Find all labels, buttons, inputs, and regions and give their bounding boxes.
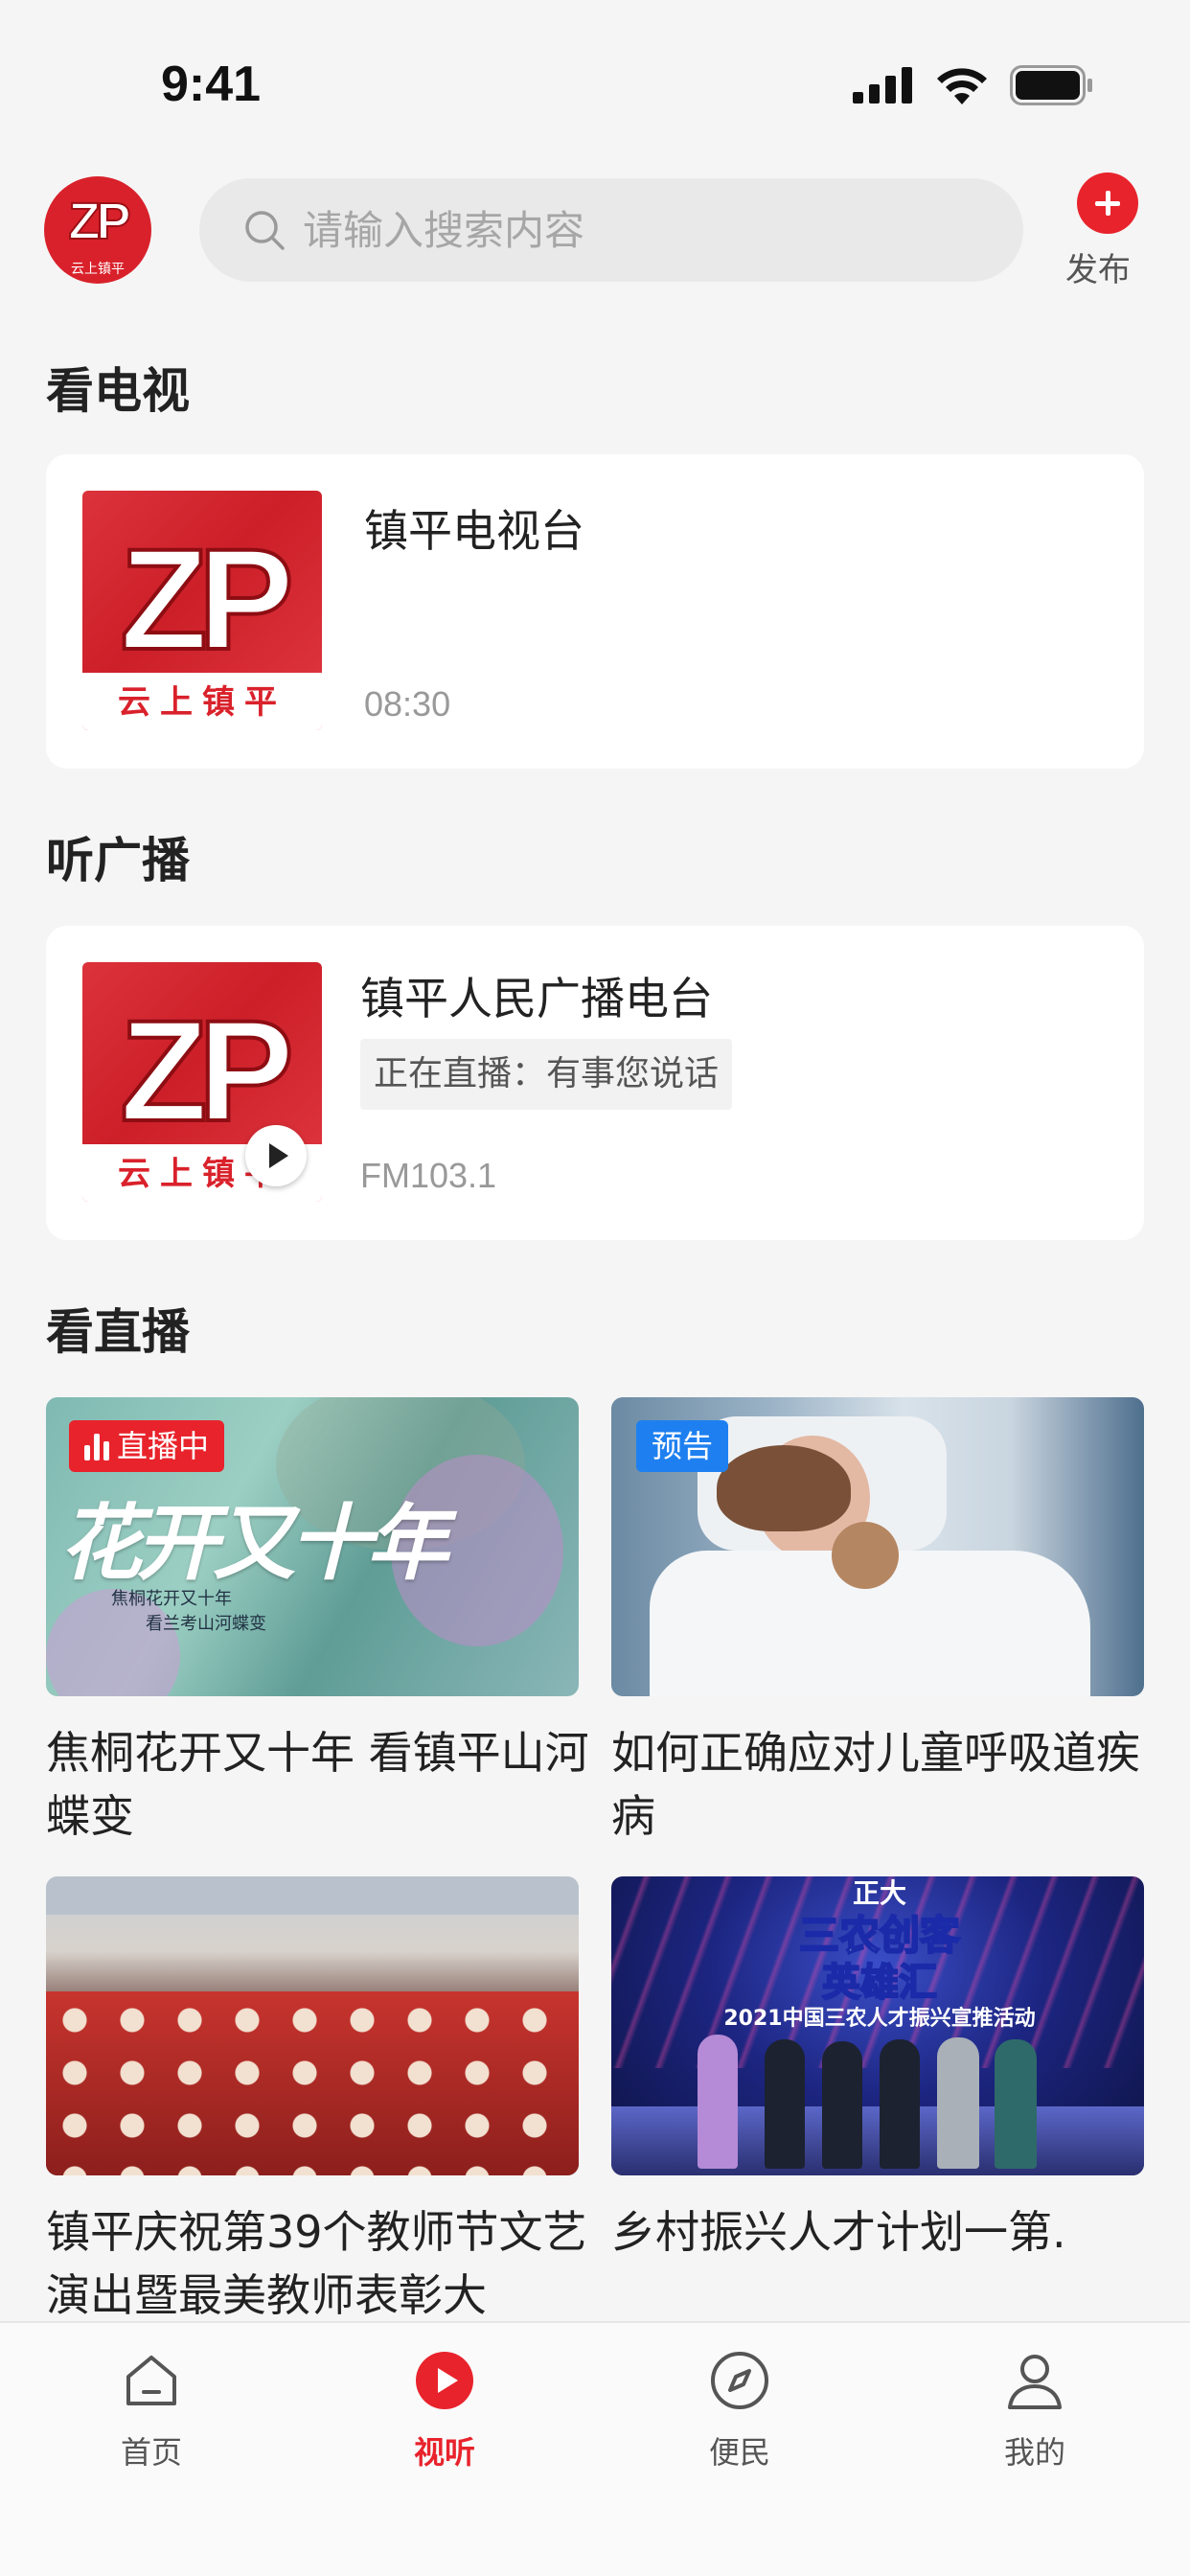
image-caption-2: 看兰考山河蝶变 xyxy=(146,1614,266,1634)
header: ZP 云上镇平 发布 xyxy=(0,172,1190,289)
logo-subtext: 云上镇平 xyxy=(71,262,125,277)
section-title-tv: 看电视 xyxy=(46,363,190,419)
plus-icon xyxy=(1077,172,1138,234)
play-icon xyxy=(416,2352,473,2409)
tab-media-label: 视听 xyxy=(413,2434,475,2471)
tv-time: 08:30 xyxy=(364,684,451,724)
live-thumbnail: 正大 三农创客 英雄汇 2021中国三农人才振兴宣推活动 xyxy=(611,1876,1144,2175)
radio-title: 镇平人民广播电台 xyxy=(360,973,713,1024)
image-stage xyxy=(611,2106,1144,2175)
tab-bar: 首页 视听 便民 我的 xyxy=(0,2321,1190,2576)
live-thumbnail: 预告 xyxy=(611,1397,1144,1696)
image-person xyxy=(765,2039,805,2169)
tv-card[interactable]: ZP 云上镇平 镇平电视台 08:30 xyxy=(46,454,1144,769)
compass-icon xyxy=(711,2352,768,2409)
live-badge: 直播中 xyxy=(69,1420,225,1472)
page: 9:41 ZP 云上镇平 请输入搜索内容 发布 看电视 ZP 云上镇平 镇平电视… xyxy=(0,0,1190,2576)
live-thumbnail xyxy=(46,1876,579,2175)
image-teddy xyxy=(832,1522,899,1589)
tab-services[interactable]: 便民 xyxy=(644,2342,835,2486)
status-icons xyxy=(853,65,1094,105)
live-thumbnail: 花开又十年 焦桐花开又十年 看兰考山河蝶变 直播中 xyxy=(46,1397,579,1696)
tab-media[interactable]: 视听 xyxy=(349,2342,540,2486)
play-icon[interactable] xyxy=(245,1125,307,1186)
tv-title: 镇平电视台 xyxy=(364,505,584,557)
image-person xyxy=(698,2035,738,2169)
live-title: 如何正确应对儿童呼吸道疾病 xyxy=(611,1727,1140,1842)
radio-thumbnail: ZP 云上镇平 xyxy=(82,962,322,1202)
image-calligraphy: 花开又十年 xyxy=(59,1495,448,1592)
thumb-logo-text: ZP xyxy=(118,990,296,1151)
battery-icon xyxy=(1010,65,1092,105)
logo-text: ZP xyxy=(67,192,131,251)
signal-icon xyxy=(853,67,912,104)
image-caption-1: 焦桐花开又十年 xyxy=(111,1589,232,1609)
publish-label: 发布 xyxy=(1065,251,1131,289)
radio-frequency: FM103.1 xyxy=(360,1156,497,1195)
live-badge-label: 直播中 xyxy=(117,1428,210,1464)
thumb-subtext: 云上镇平 xyxy=(118,683,286,722)
tab-profile[interactable]: 我的 xyxy=(939,2342,1131,2486)
image-person xyxy=(880,2039,920,2169)
thumb-logo-text: ZP xyxy=(118,518,296,679)
tab-profile-label: 我的 xyxy=(1003,2434,1065,2471)
live-title: 镇平庆祝第39个教师节文艺演出暨最美教师表彰大 xyxy=(46,2206,587,2321)
image-audience xyxy=(46,1991,579,2175)
search-bar[interactable] xyxy=(199,178,1023,282)
preview-badge-label: 预告 xyxy=(652,1428,714,1464)
status-time: 9:41 xyxy=(161,57,262,112)
tab-services-label: 便民 xyxy=(708,2434,770,2471)
image-hair xyxy=(717,1445,851,1531)
search-input[interactable] xyxy=(303,206,973,254)
tab-home[interactable]: 首页 xyxy=(56,2342,247,2486)
radio-card[interactable]: ZP 云上镇平 镇平人民广播电台 正在直播：有事您说话 FM103.1 xyxy=(46,926,1144,1240)
status-bar: 9:41 xyxy=(0,0,1190,172)
tab-home-label: 首页 xyxy=(120,2434,182,2471)
image-person xyxy=(822,2041,862,2169)
image-caption: 2021中国三农人才振兴宣推活动 xyxy=(723,2007,1036,2031)
wifi-icon xyxy=(937,68,987,104)
app-logo[interactable]: ZP 云上镇平 xyxy=(44,176,151,284)
search-icon xyxy=(245,211,285,250)
live-title: 焦桐花开又十年 看镇平山河蝶变 xyxy=(46,1727,589,1842)
section-title-live: 看直播 xyxy=(46,1304,190,1360)
publish-button[interactable]: 发布 xyxy=(1065,172,1150,289)
image-person xyxy=(995,2039,1037,2169)
section-title-radio: 听广播 xyxy=(46,833,190,888)
image-person xyxy=(937,2037,979,2169)
user-icon xyxy=(1008,2355,1062,2409)
live-title: 乡村振兴人才计划一第. xyxy=(611,2206,1066,2258)
home-icon xyxy=(126,2356,176,2405)
image-headline-2: 英雄汇 xyxy=(821,1960,938,2006)
now-playing-badge: 正在直播：有事您说话 xyxy=(360,1039,733,1110)
preview-badge: 预告 xyxy=(636,1420,729,1472)
image-ceiling xyxy=(46,1876,579,1915)
tv-thumbnail: ZP 云上镇平 xyxy=(82,491,322,730)
live-bars-icon xyxy=(84,1432,109,1460)
